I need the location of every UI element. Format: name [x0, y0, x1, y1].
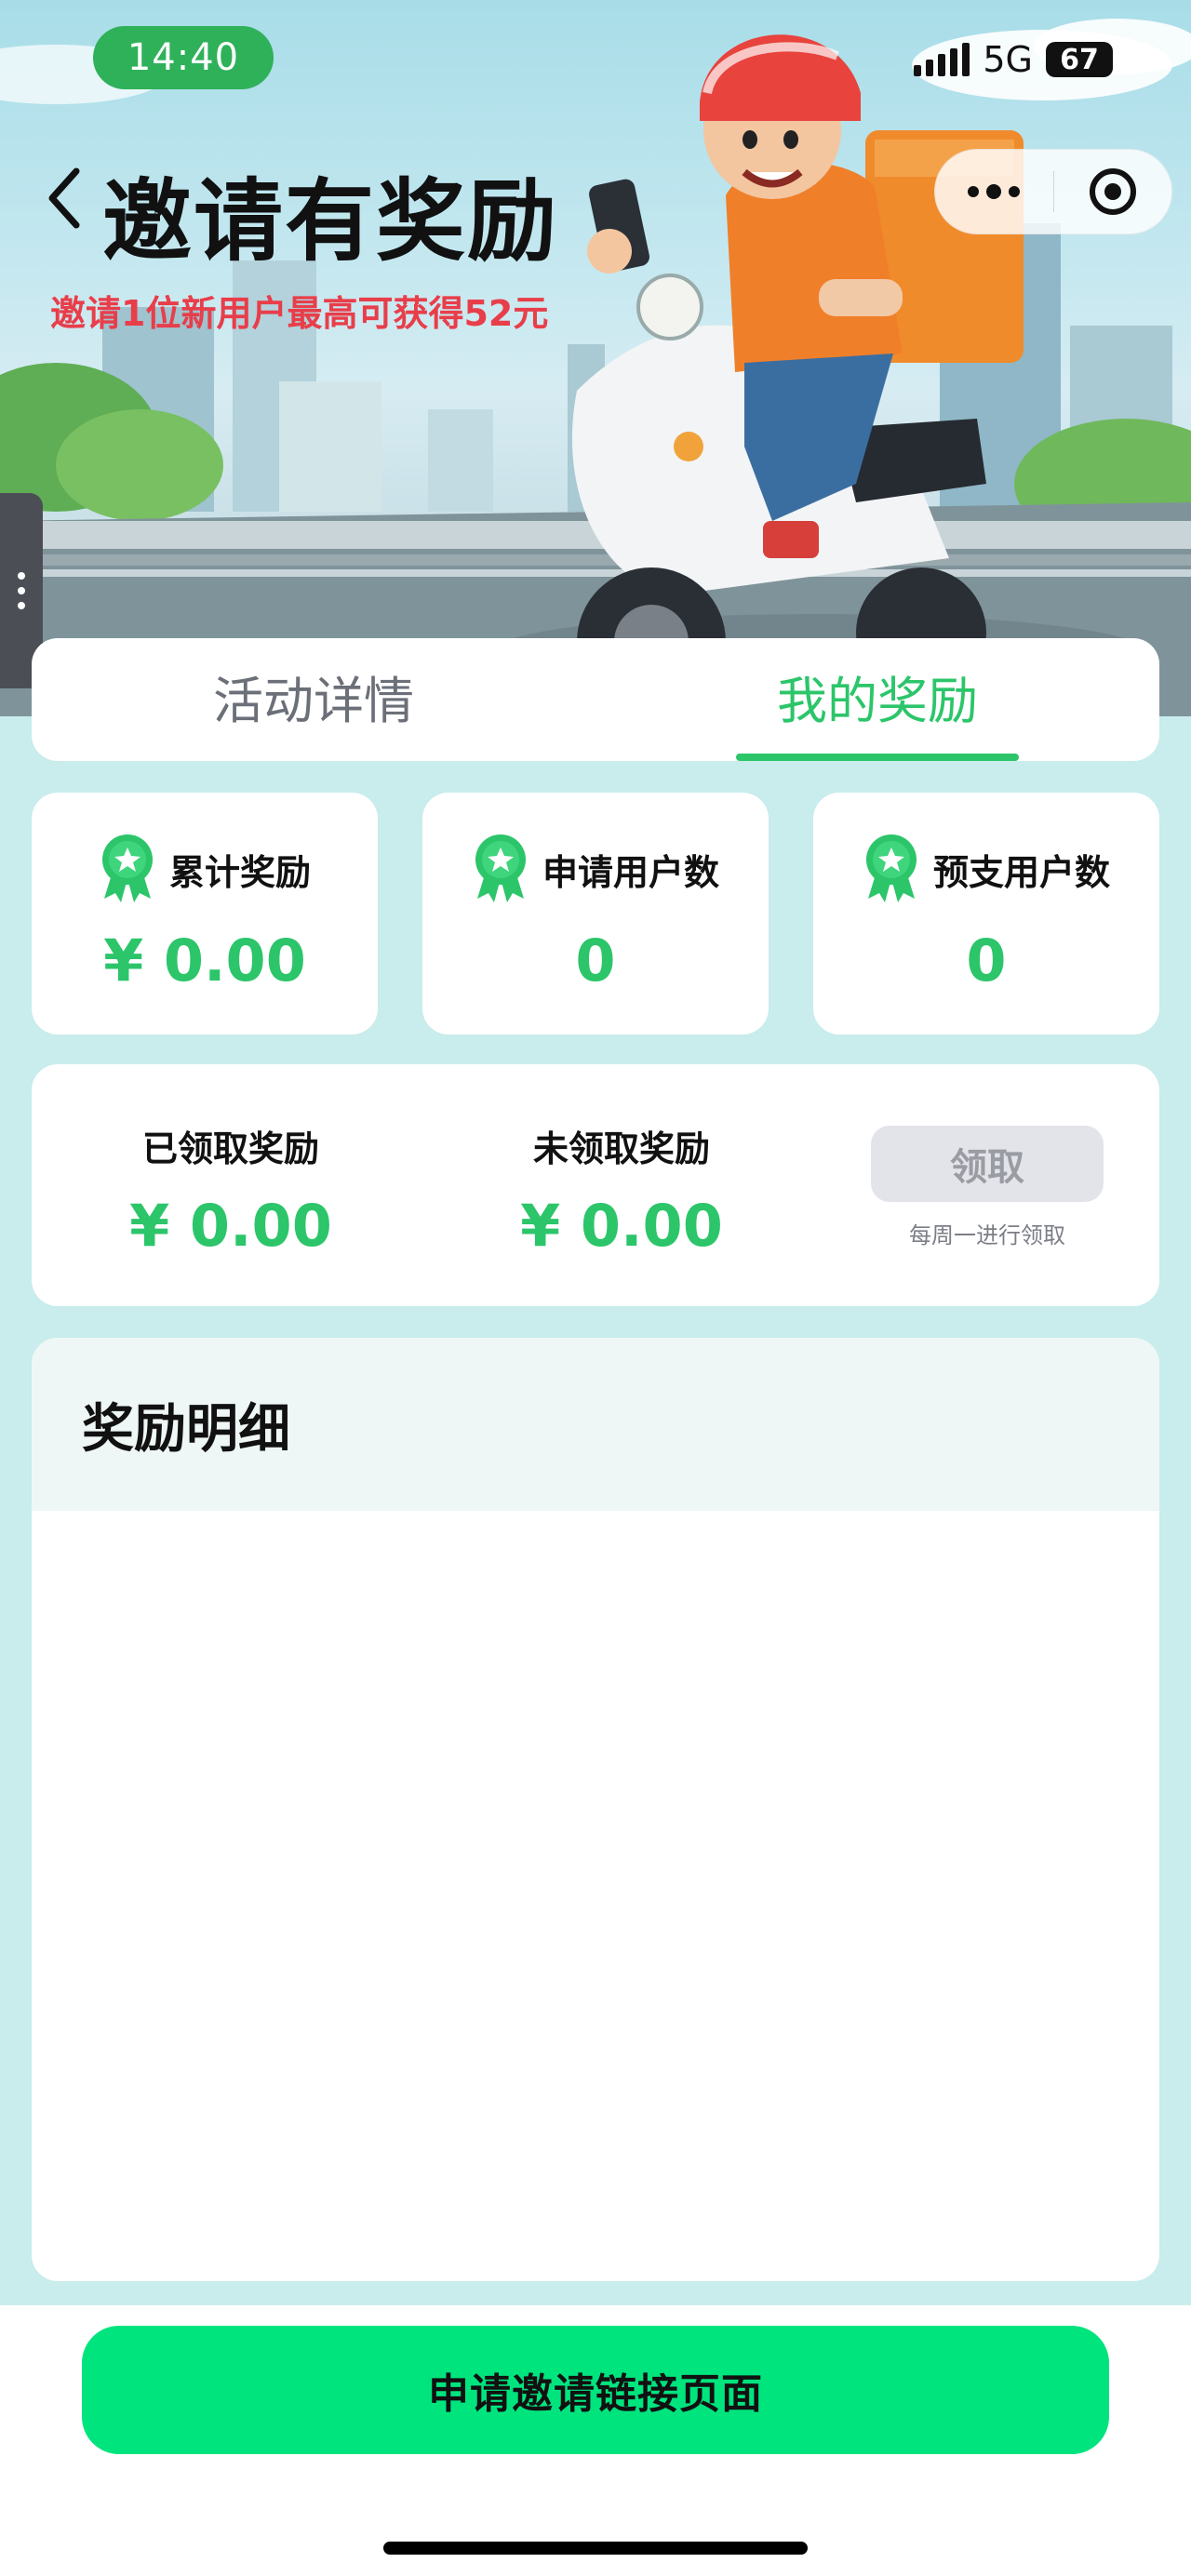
close-target-icon[interactable]	[1053, 150, 1171, 234]
tab-activity-details[interactable]: 活动详情	[32, 638, 596, 761]
award-ribbon-icon	[101, 834, 153, 902]
rewards-summary-card: 已领取奖励 ¥ 0.00 未领取奖励 ¥ 0.00 领取 每周一进行领取	[32, 1064, 1159, 1306]
stat-label: 累计奖励	[168, 851, 311, 893]
more-dots-icon[interactable]	[935, 150, 1053, 234]
unclaimed-reward-label: 未领取奖励	[532, 1128, 710, 1169]
miniprogram-capsule	[934, 149, 1172, 234]
stats-row: 累计奖励 ¥ 0.00 申请用户数 0 预支用户数 0	[32, 793, 1159, 1034]
stat-card-advance-users: 预支用户数 0	[813, 793, 1159, 1034]
status-time: 14:40	[93, 26, 274, 89]
stat-value: 0	[966, 927, 1007, 994]
signal-icon	[914, 43, 970, 76]
tab-my-rewards[interactable]: 我的奖励	[596, 638, 1159, 761]
status-indicators: 5G 67	[914, 39, 1113, 80]
hero-banner: 14:40 5G 67 邀请有奖励 邀请1位新用户最高可获得52元	[0, 0, 1191, 716]
stat-value: ¥ 0.00	[103, 927, 306, 994]
claimed-reward-label: 已领取奖励	[141, 1128, 319, 1169]
back-arrow-icon[interactable]	[45, 166, 82, 231]
claimed-reward-value: ¥ 0.00	[129, 1192, 332, 1260]
award-ribbon-icon	[865, 834, 917, 902]
home-indicator	[383, 2542, 808, 2555]
reward-details-panel: 奖励明细	[32, 1338, 1159, 2281]
stat-value: 0	[575, 927, 616, 994]
stat-card-total-reward: 累计奖励 ¥ 0.00	[32, 793, 378, 1034]
unclaimed-reward-value: ¥ 0.00	[520, 1192, 723, 1260]
reward-details-title: 奖励明细	[32, 1338, 1159, 1511]
tab-bar: 活动详情 我的奖励	[32, 638, 1159, 761]
award-ribbon-icon	[475, 834, 526, 902]
battery-icon: 67	[1046, 42, 1113, 77]
page-title: 邀请有奖励	[102, 169, 558, 274]
stat-label: 申请用户数	[542, 851, 719, 893]
page-subtitle: 邀请1位新用户最高可获得52元	[50, 293, 549, 334]
hero-illustration	[0, 19, 1191, 716]
stat-label: 预支用户数	[932, 851, 1110, 893]
stat-card-applied-users: 申请用户数 0	[422, 793, 769, 1034]
claim-note: 每周一进行领取	[909, 1222, 1065, 1248]
bottom-action-bar: 申请邀请链接页面	[0, 2305, 1191, 2576]
apply-invite-link-button[interactable]: 申请邀请链接页面	[82, 2326, 1109, 2454]
network-type: 5G	[983, 39, 1033, 80]
unclaimed-reward: 未领取奖励 ¥ 0.00	[445, 1120, 798, 1260]
claim-button[interactable]: 领取	[871, 1126, 1104, 1202]
claimed-reward: 已领取奖励 ¥ 0.00	[54, 1120, 408, 1260]
